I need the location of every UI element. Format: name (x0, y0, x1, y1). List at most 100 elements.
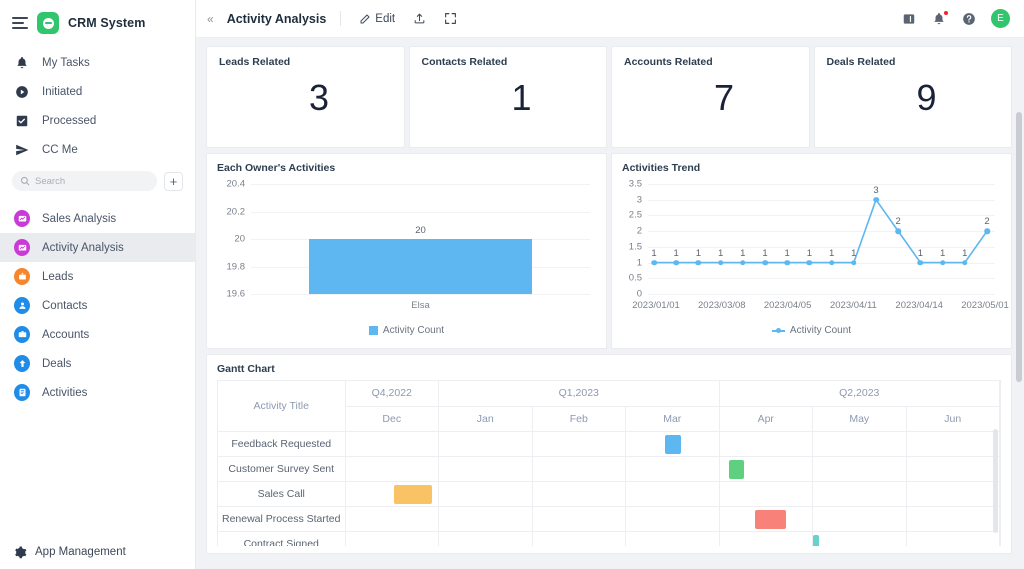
collapse-left-icon[interactable]: « (204, 12, 217, 26)
kpi-title: Leads Related (219, 56, 291, 68)
app-title: CRM System (68, 16, 146, 30)
sidebar-item-label: Deals (42, 357, 72, 370)
gantt-cell (438, 456, 533, 482)
page-scrollbar-track[interactable] (1014, 76, 1024, 569)
kpi-card-leads-related: Leads Related 3 (206, 46, 405, 148)
sidebar-item-contacts[interactable]: Contacts (0, 291, 195, 320)
gantt-cell (625, 481, 720, 507)
hamburger-icon[interactable] (12, 17, 28, 29)
sidebar-item-sales-analysis[interactable]: Sales Analysis (0, 204, 195, 233)
notifications-button[interactable] (931, 9, 949, 27)
sidebar-item-label: Contacts (42, 299, 88, 312)
gantt-cell (532, 506, 626, 532)
data-point[interactable] (784, 259, 790, 266)
gantt-month-header: May (812, 406, 907, 432)
sidebar-item-cc-me[interactable]: CC Me (0, 135, 195, 164)
kpi-title: Accounts Related (624, 56, 713, 68)
sidebar-item-leads[interactable]: Leads (0, 262, 195, 291)
gantt-cell (438, 506, 533, 532)
y-axis-tick-label: 19.6 (226, 288, 246, 300)
gantt-cell (532, 481, 626, 507)
sidebar-item-label: Leads (42, 270, 74, 283)
page-scrollbar-thumb[interactable] (1016, 112, 1022, 382)
data-point[interactable] (651, 259, 657, 266)
chart-row: Each Owner's Activities 19.6 19.8 20 20.2 20… (206, 153, 1012, 349)
gantt-scroll-area[interactable]: Activity Title Q4,2022 Q1,2023 Q2,2023 Dec Ja… (217, 380, 1001, 546)
data-point[interactable] (828, 259, 835, 266)
sidebar-item-activities[interactable]: Activities (0, 378, 195, 407)
kpi-card-deals-related: Deals Related 9 (813, 46, 1012, 148)
gantt-table: Activity Title Q4,2022 Q1,2023 Q2,2023 Dec Ja… (218, 381, 1000, 546)
data-point[interactable] (740, 259, 746, 266)
search-input[interactable]: Search (12, 171, 157, 191)
data-point[interactable] (873, 196, 879, 203)
add-app-button[interactable]: + (164, 171, 183, 191)
kpi-title: Contacts Related (421, 56, 508, 68)
sidebar-item-processed[interactable]: Processed (0, 106, 195, 135)
gantt-title: Gantt Chart (217, 363, 275, 375)
kpi-value: 3 (308, 77, 330, 118)
kpi-value: 7 (713, 77, 735, 118)
edit-button[interactable]: Edit (355, 13, 399, 25)
gantt-bar[interactable] (754, 509, 787, 529)
chart-app-icon (14, 239, 30, 256)
chart-title: Activities Trend (622, 162, 701, 174)
sidebar-item-initiated[interactable]: Initiated (0, 77, 195, 106)
gantt-row: Renewal Process Started (218, 506, 1000, 532)
data-point-label: 1 (740, 247, 746, 259)
sidebar-item-deals[interactable]: Deals (0, 349, 195, 378)
sidebar-item-label: CC Me (42, 143, 78, 156)
gantt-row-title: Sales Call (218, 481, 346, 507)
sidebar-item-activity-analysis[interactable]: Activity Analysis (0, 233, 195, 262)
avatar[interactable]: E (991, 9, 1010, 28)
app-management-button[interactable]: App Management (0, 535, 195, 569)
data-point-label: 2 (984, 216, 990, 228)
accounts-app-icon (14, 326, 30, 343)
bar[interactable] (308, 239, 533, 294)
data-point[interactable] (984, 228, 990, 234)
chart-card-activities-trend: Activities Trend 0 0.5 1 1.5 2 2.5 3 3.5 1 1 1 1 1 1 1… (611, 153, 1012, 349)
gantt-cell (345, 431, 439, 457)
share-button[interactable] (409, 12, 430, 25)
fullscreen-button[interactable] (440, 12, 461, 25)
data-point-label: 3 (873, 184, 879, 196)
edit-label: Edit (375, 12, 396, 25)
gantt-month-header: Dec (345, 406, 439, 432)
chart-legend: Activity Count (622, 325, 1001, 336)
sidebar-item-accounts[interactable]: Accounts (0, 320, 195, 349)
sidebar-search-row: Search + (0, 164, 195, 200)
sidebar-item-label: Activity Analysis (42, 241, 124, 254)
search-placeholder: Search (35, 175, 66, 187)
sidebar-item-label: My Tasks (42, 56, 90, 69)
gantt-scrollbar[interactable] (993, 429, 998, 533)
data-point[interactable] (939, 259, 946, 266)
sidebar-item-my-tasks[interactable]: My Tasks (0, 48, 195, 77)
gantt-quarter-header: Q4,2022 (345, 381, 439, 407)
data-point[interactable] (895, 228, 901, 234)
gantt-bar[interactable] (728, 459, 744, 479)
data-point[interactable] (806, 259, 813, 266)
data-point[interactable] (717, 259, 724, 266)
gantt-row-title: Renewal Process Started (218, 506, 346, 532)
legend-label: Activity Count (382, 325, 445, 336)
data-point[interactable] (695, 259, 702, 266)
gantt-cell (719, 456, 813, 482)
gantt-cell (719, 431, 813, 457)
app-management-label: App Management (35, 546, 126, 558)
side-panel-icon[interactable] (901, 11, 917, 27)
data-point[interactable] (762, 259, 768, 266)
data-point[interactable] (917, 259, 924, 266)
data-point[interactable] (673, 259, 679, 266)
data-point[interactable] (962, 259, 968, 266)
gantt-cell (812, 506, 907, 532)
gantt-bar[interactable] (664, 434, 682, 454)
data-point[interactable] (851, 259, 857, 266)
kpi-card-accounts-related: Accounts Related 7 (611, 46, 810, 148)
legend-swatch (368, 326, 378, 335)
x-axis-tick-label: 2023/04/11 (829, 300, 877, 311)
question-circle-icon[interactable] (961, 11, 977, 27)
sidebar-app-nav: Sales Analysis Activity Analysis Leads C… (0, 200, 195, 407)
gantt-cell (532, 456, 626, 482)
gantt-bar[interactable] (813, 534, 820, 546)
gantt-bar[interactable] (393, 484, 433, 504)
